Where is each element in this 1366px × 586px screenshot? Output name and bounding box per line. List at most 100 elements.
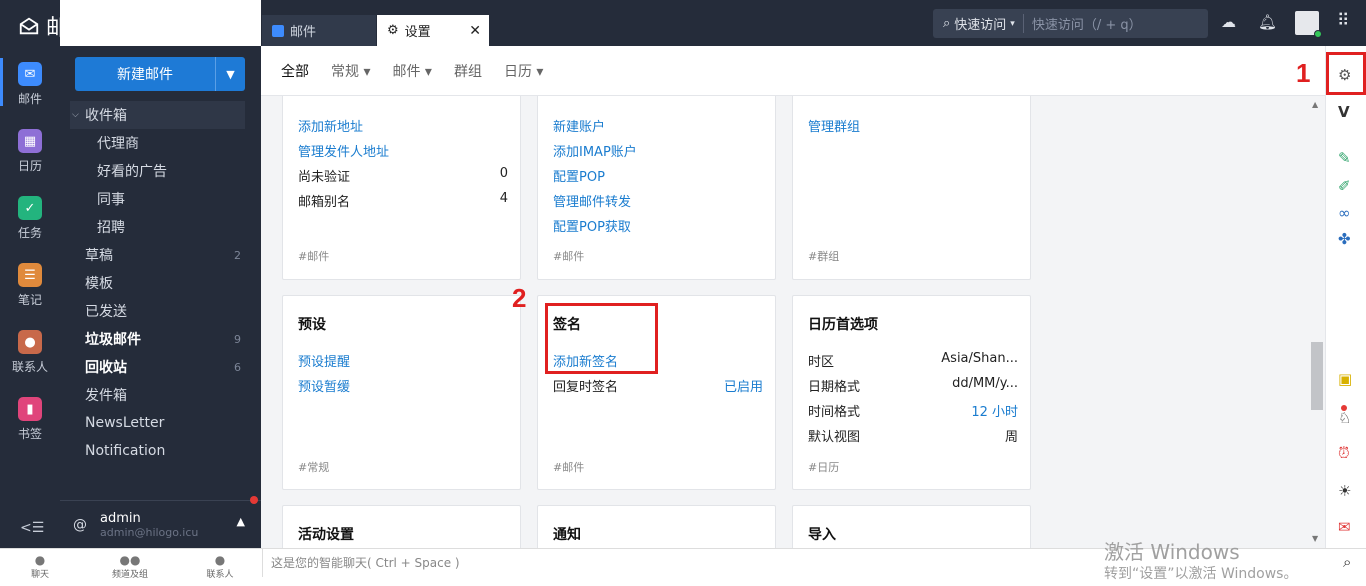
subnav-calendar[interactable]: 日历 ▾ [504,61,543,81]
card-tag: #邮件 [553,250,585,263]
apps-grid-icon[interactable]: ⠿ [1337,11,1349,31]
brightness-icon[interactable]: ☀ [1338,482,1351,500]
manage-sender-link[interactable]: 管理发件人地址 [298,141,389,161]
mail-tab-icon [272,24,284,37]
manage-groups-link[interactable]: 管理群组 [808,116,860,136]
chevron-up-icon[interactable]: ▲ [237,515,245,528]
scroll-down-icon[interactable]: ▼ [1312,534,1318,543]
cloud-icon[interactable]: ☁ [1221,13,1236,31]
folder-item[interactable]: 代理商 [70,129,245,157]
rail-item-calendar[interactable]: ▦ 日历 [0,129,60,174]
rail-item-bookmarks[interactable]: ▮ 书签 [0,397,60,442]
pop-fetch-link[interactable]: 配置POP获取 [553,216,631,236]
folder-item[interactable]: 同事 [70,185,245,213]
card-tag: #常规 [298,461,330,474]
folder-spam[interactable]: 垃圾邮件 9 [70,325,245,353]
card-tag: #邮件 [553,461,585,474]
quick-access-menu[interactable]: ⌕ 快速访问 ▾ [933,14,1024,33]
alert-dot [1341,405,1347,411]
app-title: 邮件 [18,10,258,42]
forwarding-link[interactable]: 管理邮件转发 [553,191,631,211]
extension-icon[interactable]: ✤ [1338,230,1351,248]
rail-item-contacts[interactable]: ● 联系人 [0,330,60,375]
user-account[interactable]: @ admin admin@hilogo.icu ▲ [60,500,261,548]
sticky-note-icon[interactable]: ▣ [1338,370,1352,388]
subnav-mail[interactable]: 邮件 ▾ [392,61,431,81]
folder-trash[interactable]: 回收站 6 [70,353,245,381]
folder-inbox[interactable]: ⌵ 收件箱 [70,101,245,129]
card-tag: #邮件 [298,250,330,263]
chat-icon: ● [34,553,46,567]
caret-down-icon[interactable]: ⌵ [72,110,79,120]
card-title: 日历首选项 [808,317,878,333]
v-app-icon[interactable]: V [1338,103,1350,121]
rail-item-notes[interactable]: ☰ 笔记 [0,263,60,308]
scroll-thumb[interactable] [1311,342,1323,410]
config-pop-link[interactable]: 配置POP [553,166,605,186]
search-icon: ⌕ [943,16,951,31]
folder-item[interactable]: 好看的广告 [70,157,245,185]
collapse-icon[interactable]: <☰ [20,520,44,536]
new-mail-button[interactable]: 新建邮件 ▼ [75,57,245,91]
bottom-channels[interactable]: ●● 频道及组 [90,553,170,580]
scroll-up-icon[interactable]: ▲ [1312,100,1318,109]
close-icon[interactable]: ✕ [469,23,481,39]
card-calendar-prefs: 日历首选项 时区 Asia/Shan... 日期格式 dd/MM/y... 时间格式… [792,295,1031,490]
bottom-contacts[interactable]: ● 联系人 [180,553,260,580]
group-icon: ●● [119,553,141,567]
card-tag: #群组 [808,250,840,263]
check-icon: ✓ [18,196,42,220]
folder-drafts[interactable]: 草稿 2 [70,241,245,269]
search-icon[interactable]: ⌕ [1343,553,1351,571]
note-icon: ☰ [18,263,42,287]
folder-newsletter[interactable]: NewsLetter [70,409,245,437]
subnav-groups[interactable]: 群组 [454,61,482,81]
card-title: 通知 [553,527,581,543]
rail-item-tasks[interactable]: ✓ 任务 [0,196,60,241]
notification-dot [250,496,258,504]
subnav-all[interactable]: 全部 [281,61,309,81]
subnav-general[interactable]: 常规 ▾ [331,61,370,81]
bottom-chat[interactable]: ● 聊天 [0,553,80,580]
tab-settings[interactable]: ⚙ 设置 ✕ [377,15,489,46]
quick-access-input[interactable]: 快速访问（/ + q） [1024,14,1142,33]
add-address-link[interactable]: 添加新地址 [298,116,363,136]
pin-icon[interactable]: ✎ [1338,149,1351,167]
folder-item[interactable]: 招聘 [70,213,245,241]
card-mail-accounts: 新建账户 添加IMAP账户 配置POP 管理邮件转发 配置POP获取 #邮件 [537,96,776,280]
quick-access[interactable]: ⌕ 快速访问 ▾ 快速访问（/ + q） [933,9,1208,38]
folder-sent[interactable]: 已发送 [70,297,245,325]
chevron-down-icon[interactable]: ▼ [215,57,245,91]
folder-outbox[interactable]: 发件箱 [70,381,245,409]
right-toolbar: ⚙ V ✎ ✐ ∞ ✤ ▣ ♘ ⏰︎ ☀ ✉ [1325,46,1366,548]
new-account-link[interactable]: 新建账户 [553,116,605,136]
rail-item-mail[interactable]: ✉ 邮件 [0,58,60,107]
add-imap-link[interactable]: 添加IMAP账户 [553,141,637,161]
contact-icon: ● [18,330,42,354]
alarm-icon[interactable]: ⏰︎ [1338,444,1350,462]
pen-icon[interactable]: ✐ [1338,177,1351,195]
card-import: 导入 [792,505,1031,548]
tab-mail[interactable]: 邮件 [262,15,376,46]
settings-content: 添加新地址 管理发件人地址 尚未验证 0 邮箱别名 4 #邮件 新建账户 添加IMA… [261,96,1309,548]
top-bar: 邮件 ⚙ 设置 ✕ ⌕ 快速访问 ▾ 快速访问（/ + q） ☁ 🔔︎ ⠿ [261,0,1366,46]
preset-snooze-link[interactable]: 预设暂缓 [298,376,350,396]
annotation-box-1 [1326,52,1366,95]
chevron-down-icon: ▾ [1010,18,1015,29]
folder-notification[interactable]: Notification [70,437,245,465]
card-sender-addresses: 添加新地址 管理发件人地址 尚未验证 0 邮箱别名 4 #邮件 [282,96,521,280]
link-icon[interactable]: ∞ [1338,204,1351,222]
bookmark-icon: ▮ [18,397,42,421]
annotation-number-2: 2 [512,283,527,313]
avatar[interactable] [1295,11,1322,38]
card-title: 预设 [298,317,326,333]
mascot-icon[interactable]: ♘ [1338,409,1351,427]
reply-signature-status[interactable]: 已启用 [724,376,763,396]
vertical-scrollbar[interactable]: ▲ ▼ [1309,96,1325,548]
folder-templates[interactable]: 模板 [70,269,245,297]
activation-watermark: 激活 Windows [1104,540,1240,564]
preset-reminder-link[interactable]: 预设提醒 [298,351,350,371]
mail-icon: ✉ [18,62,42,86]
feedback-icon[interactable]: ✉ [1338,518,1351,536]
bell-icon[interactable]: 🔔︎ [1258,13,1277,31]
